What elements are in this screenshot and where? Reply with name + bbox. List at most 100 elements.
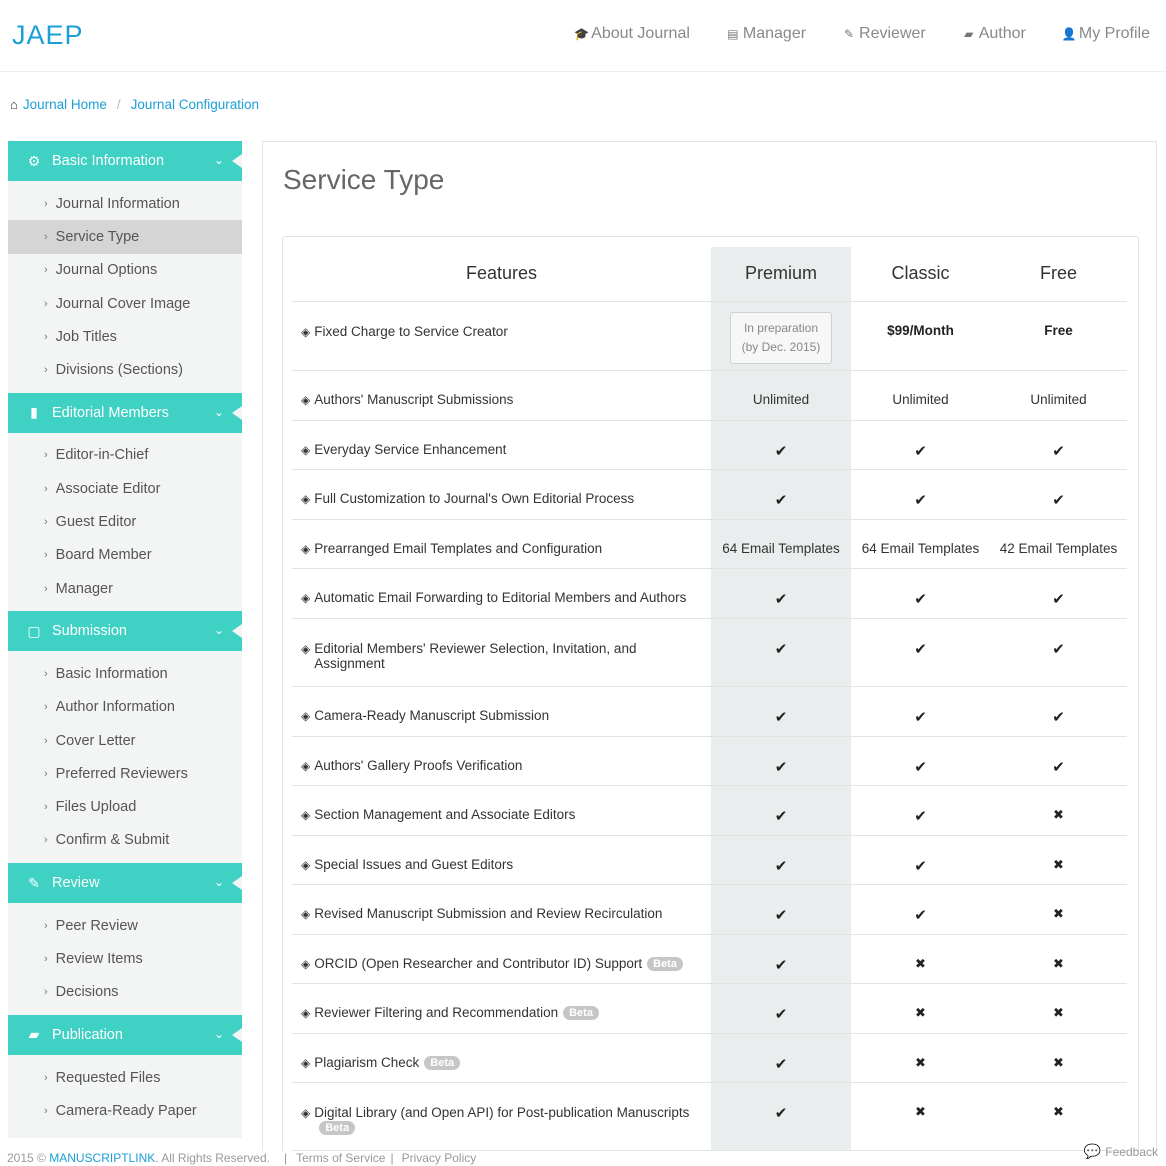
cube-icon: ◈ (301, 708, 311, 723)
sidebar-section-submission[interactable]: ▢ Submission ⌄ (8, 611, 242, 652)
feature-label: Camera-Ready Manuscript Submission (314, 707, 550, 723)
feature-name: Editorial Members' Reviewer Selection, I… (314, 641, 694, 671)
sidebar-item-files-upload[interactable]: › Files Upload (8, 790, 242, 823)
section-notch (232, 154, 242, 168)
breadcrumb-home[interactable]: Journal Home (23, 97, 107, 112)
sidebar-item-preferred-reviewers[interactable]: › Preferred Reviewers (8, 757, 242, 790)
sidebar-item-label: Divisions (Sections) (55, 362, 183, 379)
sidebar-section-basic-information[interactable]: ⚙ Basic Information ⌄ (8, 141, 242, 181)
footer-company-link[interactable]: MANUSCRIPTLINK (49, 1151, 155, 1165)
cube-icon: ◈ (301, 1005, 311, 1020)
table-row: ◈ Revised Manuscript Submission and Revie… (292, 884, 1127, 935)
briefcase-icon: ▮ (30, 404, 38, 421)
sidebar-section-review[interactable]: ✎ Review ⌄ (8, 863, 242, 904)
sidebar-item-journal-cover-image[interactable]: › Journal Cover Image (8, 287, 242, 320)
features-table: Features Premium Classic Free ◈ Fixed Charge… (292, 247, 1127, 1151)
chevron-right-icon: › (44, 834, 48, 847)
sidebar-item-divisions-sections[interactable]: › Divisions (Sections) (8, 353, 242, 386)
cell-free: ✔ (990, 618, 1127, 687)
chevron-right-icon: › (44, 1071, 48, 1084)
sidebar-item-board-member[interactable]: › Board Member (8, 539, 242, 572)
sidebar-item-journal-information[interactable]: › Journal Information (8, 187, 242, 220)
sidebar-item-decisions[interactable]: › Decisions (8, 976, 242, 1009)
sidebar-item-label: Preferred Reviewers (55, 765, 188, 782)
table-row: ◈ Digital Library (and Open API) for Post… (292, 1082, 1127, 1151)
sidebar-item-requested-files[interactable]: › Requested Files (8, 1061, 242, 1094)
chevron-right-icon: › (44, 667, 48, 680)
sidebar-section-items: › Requested Files › Camera-Ready Paper (8, 1055, 242, 1134)
table-row: ◈ Editorial Members' Reviewer Selection, … (292, 618, 1127, 687)
cell-free: Free (990, 301, 1127, 371)
sidebar-section-publication[interactable]: ▰ Publication ⌄ (8, 1014, 242, 1055)
check-icon: ✔ (774, 807, 788, 825)
graduation-cap-icon: 🎓 (574, 27, 590, 41)
cell-free: ✖ (990, 884, 1127, 935)
main-nav: 🎓 About Journal ▤ Manager ✎ Reviewer ▰ Author 👤 M… (574, 25, 1150, 43)
book-icon: ▰ (28, 1026, 40, 1043)
check-icon: ✔ (1052, 442, 1065, 460)
nav-about-journal[interactable]: 🎓 About Journal (574, 25, 690, 43)
nav-author[interactable]: ▰ Author (962, 25, 1026, 43)
sidebar-item-label: Board Member (55, 547, 152, 564)
feature-name-cell: ◈ Full Customization to Journal's Own Edi… (292, 469, 711, 520)
cube-icon: ◈ (301, 807, 311, 822)
column-header-features: Features (292, 247, 711, 302)
sidebar-item-review-items[interactable]: › Review Items (8, 942, 242, 975)
sidebar-item-guest-editor[interactable]: › Guest Editor (8, 505, 242, 538)
feature-label: Section Management and Associate Editors (314, 806, 576, 822)
sidebar-item-associate-editor[interactable]: › Associate Editor (8, 472, 242, 505)
cube-icon: ◈ (301, 906, 311, 921)
sidebar-item-cover-letter[interactable]: › Cover Letter (8, 724, 242, 757)
sidebar-item-journal-options[interactable]: › Journal Options (8, 254, 242, 287)
cell-premium: ✔ (711, 835, 851, 885)
chevron-right-icon: › (44, 952, 48, 965)
sidebar-item-confirm-submit[interactable]: › Confirm & Submit (8, 824, 242, 857)
table-row: ◈ Automatic Email Forwarding to Editorial… (292, 568, 1127, 619)
sidebar-item-label: Requested Files (55, 1069, 161, 1086)
nav-reviewer[interactable]: ✎ Reviewer (842, 25, 926, 43)
sidebar-item-label: Decisions (55, 984, 119, 1001)
table-row: ◈ Prearranged Email Templates and Configu… (292, 519, 1127, 569)
service-type-table-box: Features Premium Classic Free ◈ Fixed Charge… (282, 236, 1139, 1151)
cube-icon: ◈ (301, 541, 311, 556)
in-preparation-label: In preparation (by Dec. 2015) (741, 320, 821, 354)
sidebar: ⚙ Basic Information ⌄ › Journal Information ›… (8, 141, 242, 1138)
sidebar-item-author-information[interactable]: › Author Information (8, 691, 242, 724)
feature-label: Everyday Service Enhancement (314, 441, 507, 457)
cube-icon: ◈ (301, 491, 311, 506)
check-icon: ✔ (1052, 491, 1065, 509)
nav-label: About Journal (591, 25, 690, 42)
sidebar-item-editor-in-chief[interactable]: › Editor-in-Chief (8, 439, 242, 472)
chevron-down-icon: ⌄ (213, 1026, 224, 1041)
feature-label: Automatic Email Forwarding to Editorial … (314, 589, 687, 605)
nav-my-profile[interactable]: 👤 My Profile (1062, 25, 1150, 43)
chevron-right-icon: › (44, 230, 48, 243)
cell-free: ✖ (990, 1033, 1127, 1083)
privacy-link[interactable]: Privacy Policy (402, 1151, 477, 1165)
sidebar-item-manager[interactable]: › Manager (8, 572, 242, 605)
check-icon: ✔ (774, 857, 788, 875)
check-icon: ✔ (914, 491, 927, 509)
cell-free: ✔ (990, 469, 1127, 520)
sidebar-item-job-titles[interactable]: › Job Titles (8, 320, 242, 353)
feedback-button[interactable]: 💬 Feedback (1084, 1143, 1158, 1160)
sidebar-item-basic-information[interactable]: › Basic Information (8, 657, 242, 690)
cell-classic: Unlimited (851, 370, 990, 421)
breadcrumb-current[interactable]: Journal Configuration (131, 97, 259, 112)
cell-classic: ✔ (851, 736, 990, 786)
cube-icon: ◈ (301, 1055, 311, 1070)
brand-logo[interactable]: JAEP (12, 20, 84, 51)
feature-label: Revised Manuscript Submission and Review… (314, 905, 663, 921)
chevron-right-icon: › (44, 549, 48, 562)
terms-link[interactable]: Terms of Service (296, 1151, 385, 1165)
sidebar-item-peer-review[interactable]: › Peer Review (8, 909, 242, 942)
cell-premium: In preparation (by Dec. 2015) (711, 301, 851, 371)
in-preparation-button[interactable]: In preparation (by Dec. 2015) (730, 311, 832, 364)
sidebar-section-editorial-members[interactable]: ▮ Editorial Members ⌄ (8, 392, 242, 433)
sidebar-item-service-type[interactable]: › Service Type (8, 220, 242, 254)
nav-manager[interactable]: ▤ Manager (726, 25, 806, 43)
feature-name: Everyday Service Enhancement (314, 442, 506, 457)
cell-classic: ✔ (851, 785, 990, 836)
sidebar-item-camera-ready-paper[interactable]: › Camera-Ready Paper (8, 1094, 242, 1127)
feature-name: Authors' Manuscript Submissions (314, 392, 513, 407)
